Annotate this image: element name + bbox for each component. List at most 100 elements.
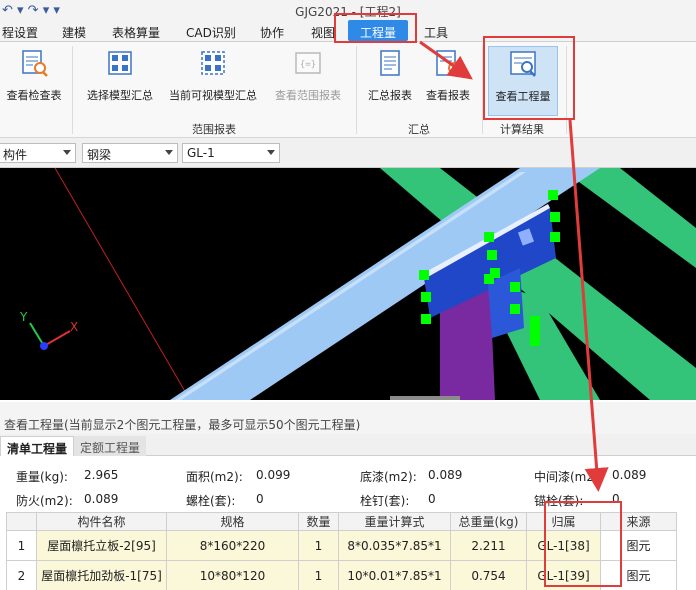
menu-cad-recognition[interactable]: CAD识别 [186,24,236,41]
summary-area-value: 0.099 [256,468,291,482]
menu-modeling[interactable]: 建模 [62,24,86,41]
summary-bolt-label: 螺栓(套): [186,494,236,508]
type-select-value: 钢梁 [87,148,112,162]
cell-weight-formula: 8*0.035*7.85*1 [338,530,451,561]
x-axis-label: X [70,320,78,334]
cell-spec: 8*160*220 [166,530,299,561]
summary-report-label: 汇总报表 [368,89,412,102]
summary-weight-label: 重量(kg): [16,470,68,484]
menu-collaboration[interactable]: 协作 [260,24,284,41]
col-belongs-to[interactable]: 归属 [526,512,601,531]
cell-index: 2 [6,560,37,590]
cell-total-weight: 2.211 [450,530,527,561]
summary-midcoat-value: 0.089 [612,468,647,482]
report-icon [380,50,400,76]
select-model-summary-label: 选择模型汇总 [87,89,153,102]
cell-source: 图元 [600,560,677,590]
menu-view[interactable]: 视图 [311,24,335,41]
summary-fireproof-value: 0.089 [84,492,119,506]
tab-bill-quantity[interactable]: 清单工程量 [0,436,75,456]
summary-anchor-label: 锚栓(套): [534,494,584,508]
quantity-tabs: 清单工程量 定额工程量 [0,434,696,456]
visible-model-summary-label: 当前可视模型汇总 [169,89,257,102]
view-report-label: 查看报表 [426,89,470,102]
menu-table-quantity[interactable]: 表格算量 [112,24,160,41]
cell-belongs-to: GL-1[38] [526,530,601,561]
menu-quantities[interactable]: 工程量 [348,20,409,41]
axis-origin [40,342,48,350]
cell-spec: 10*80*120 [166,560,299,590]
title-bar: ↶ ▾ ↷ ▾ ▾ GJG2021 - [工程2] [0,0,696,22]
menu-project-settings[interactable]: 程设置 [2,24,38,41]
quantity-summary: 重量(kg): 2.965 面积(m2): 0.099 底漆(m2): 0.08… [0,456,696,512]
green-beam-right [560,168,696,268]
view-range-report-label: 查看范围报表 [275,89,341,102]
col-total-weight[interactable]: 总重量(kg) [450,512,527,531]
summary-stud-label: 栓钉(套): [360,494,410,508]
menu-tools[interactable]: 工具 [424,24,448,41]
guide-line [54,168,191,400]
category-select-value: 构件 [3,148,28,162]
col-spec[interactable]: 规格 [166,512,299,531]
view-quantity-label: 查看工程量 [495,90,551,103]
range-report-icon: {=} [295,52,321,74]
summary-midcoat-label: 中间漆(m2): [534,470,603,484]
x-axis-line [43,330,71,347]
view-report-icon [436,50,462,77]
cell-component-name: 屋面檩托立板-2[95] [36,530,167,561]
tab-quota-quantity[interactable]: 定额工程量 [74,436,147,456]
visible-model-summary-button[interactable]: 当前可视模型汇总 [162,48,264,103]
group-label-calc-result: 计算结果 [500,123,544,136]
col-index[interactable] [6,512,37,531]
cell-index: 1 [6,530,37,561]
group-separator [482,46,483,134]
search-table-icon [22,50,48,77]
view-report-button[interactable]: 查看报表 [420,48,476,103]
group-separator [566,46,567,134]
type-select[interactable]: 钢梁 [82,143,178,163]
summary-weight-value: 2.965 [84,468,119,482]
table-row[interactable]: 2 屋面檩托加劲板-1[75] 10*80*120 1 10*0.01*7.85… [6,560,677,590]
panel-title: 查看工程量(当前显示2个图元工程量，最多可显示50个图元工程量) [0,402,696,434]
col-weight-formula[interactable]: 重量计算式 [338,512,451,531]
quantity-table: 构件名称 规格 数量 重量计算式 总重量(kg) 归属 来源 1 屋面檩托立板-… [6,512,677,590]
summary-primer-label: 底漆(m2): [360,470,417,484]
summary-anchor-value: 0 [612,492,620,506]
cell-source: 图元 [600,530,677,561]
element-select[interactable]: GL-1 [182,143,280,163]
col-component-name[interactable]: 构件名称 [36,512,167,531]
category-select[interactable]: 构件 [0,143,76,163]
group-label-summary: 汇总 [408,123,430,136]
ribbon: 查看检查表 选择模型汇总 当前可视模型汇总 {=} 查看范围报表 范围报表 汇总… [0,42,696,138]
element-select-value: GL-1 [187,146,215,160]
summary-fireproof-label: 防火(m2): [16,494,73,508]
cell-count: 1 [298,530,339,561]
grid-select-icon [108,51,132,75]
model-viewport[interactable]: Y X [0,168,696,400]
cell-weight-formula: 10*0.01*7.85*1 [338,560,451,590]
summary-primer-value: 0.089 [428,468,463,482]
group-separator [356,46,357,134]
menu-bar: 程设置 建模 表格算量 CAD识别 协作 视图 工程量 工具 [0,20,696,42]
filter-bar: 构件 钢梁 GL-1 [0,138,696,168]
chevron-down-icon [267,150,275,155]
view-quantity-button[interactable]: 查看工程量 [488,46,558,116]
cell-total-weight: 0.754 [450,560,527,590]
table-row[interactable]: 1 屋面檩托立板-2[95] 8*160*220 1 8*0.035*7.85*… [6,530,677,561]
view-check-table-button[interactable]: 查看检查表 [2,48,66,103]
col-count[interactable]: 数量 [298,512,339,531]
grid-visible-icon [201,51,225,75]
summary-stud-value: 0 [428,492,436,506]
window-title: GJG2021 - [工程2] [295,5,401,19]
group-label-range-report: 范围报表 [192,123,236,136]
viewport-scrollbar[interactable] [390,396,460,400]
col-source[interactable]: 来源 [600,512,677,531]
cell-belongs-to: GL-1[39] [526,560,601,590]
view-range-report-button[interactable]: {=} 查看范围报表 [268,48,348,103]
summary-report-button[interactable]: 汇总报表 [362,48,418,103]
view-quantity-icon [510,51,536,77]
summary-bolt-value: 0 [256,492,264,506]
select-model-summary-button[interactable]: 选择模型汇总 [82,48,158,103]
y-axis-label: Y [19,310,28,324]
cell-component-name: 屋面檩托加劲板-1[75] [36,560,167,590]
